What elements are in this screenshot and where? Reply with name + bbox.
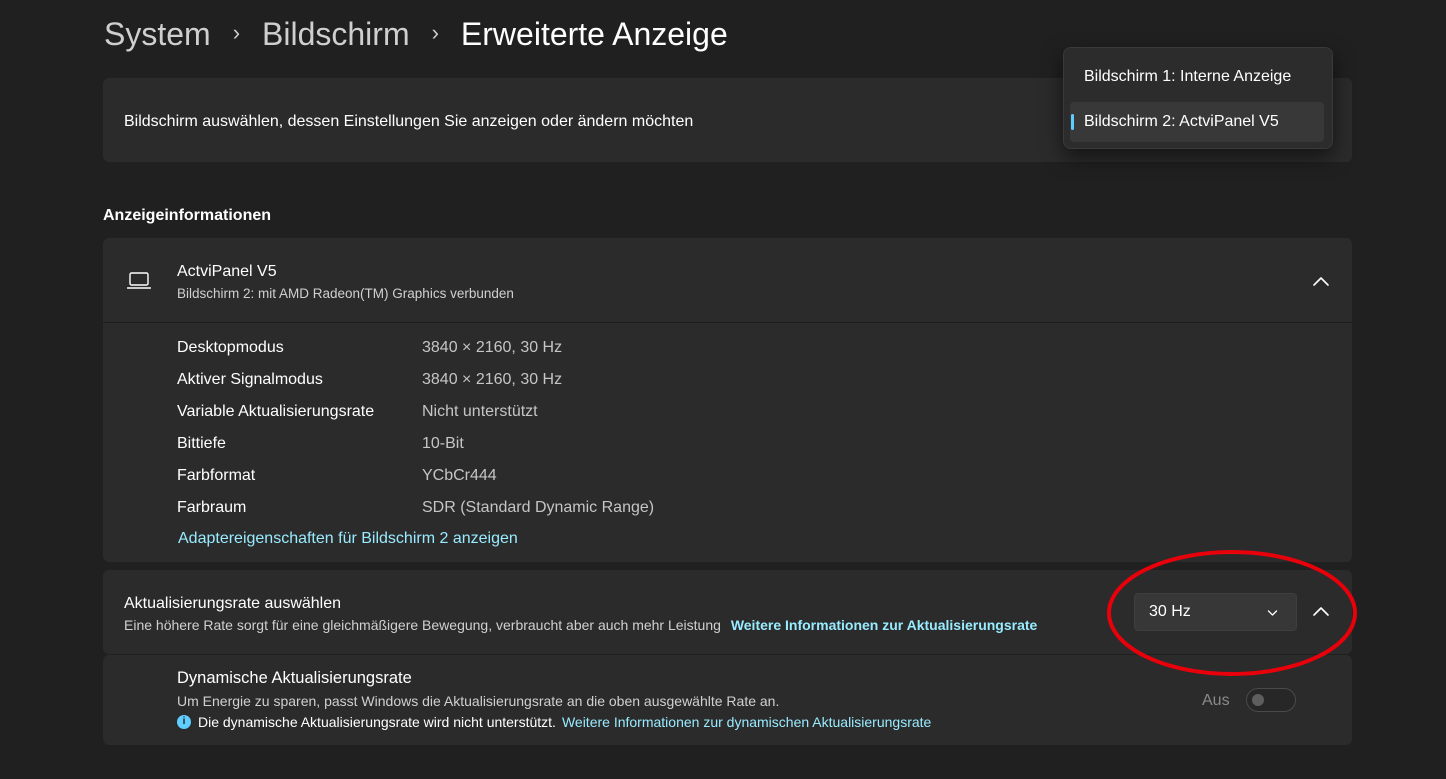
page-title: Erweiterte Anzeige [460,15,728,52]
dynamic-refresh-info-link[interactable]: Weitere Informationen zur dynamischen Ak… [562,714,931,730]
refresh-rate-value: 30 Hz [1149,603,1191,620]
display-info-header[interactable]: ActviPanel V5 Bildschirm 2: mit AMD Rade… [103,238,1352,323]
display-subtitle: Bildschirm 2: mit AMD Radeon(TM) Graphic… [177,286,514,301]
dynamic-refresh-note-text: Die dynamische Aktualisierungsrate wird … [198,714,556,730]
info-label: Bittiefe [177,435,226,452]
section-title: Anzeigeinformationen [103,207,272,224]
info-value: 10-Bit [422,435,464,452]
chevron-right-icon: › [431,20,439,45]
dynamic-refresh-note: i Die dynamische Aktualisierungsrate wir… [177,714,931,730]
chevron-up-icon[interactable] [1312,605,1330,617]
chevron-right-icon: › [232,20,241,45]
dynamic-refresh-description: Um Energie zu sparen, passt Windows die … [177,693,780,709]
dynamic-refresh-title: Dynamische Aktualisierungsrate [177,669,412,687]
info-value: Nicht unterstützt [422,403,538,420]
select-display-label: Bildschirm auswählen, dessen Einstellung… [124,113,694,130]
breadcrumb-system[interactable]: System [104,16,211,53]
info-icon: i [177,715,191,729]
info-label: Farbraum [177,499,247,516]
display-name: ActviPanel V5 [177,263,277,280]
breadcrumb-bildschirm[interactable]: Bildschirm [262,16,410,53]
info-label: Farbformat [177,467,256,484]
refresh-rate-description: Eine höhere Rate sorgt für eine gleichmä… [124,617,1037,633]
adapter-properties-link[interactable]: Adaptereigenschaften für Bildschirm 2 an… [178,530,518,548]
info-value: SDR (Standard Dynamic Range) [422,499,655,516]
info-label: Variable Aktualisierungsrate [177,403,375,420]
info-label: Desktopmodus [177,339,284,356]
breadcrumb: System › Bildschirm › Erweiterte Anzeige [104,12,728,56]
info-value: 3840 × 2160, 30 Hz [422,339,563,356]
chevron-down-icon [1267,610,1278,616]
display-dropdown-menu: Bildschirm 1: Interne Anzeige Bildschirm… [1063,47,1333,149]
refresh-rate-card: Aktualisierungsrate auswählen Eine höher… [103,570,1352,654]
chevron-up-icon[interactable] [1312,275,1330,287]
info-value: YCbCr444 [422,467,497,484]
toggle-knob [1252,694,1264,706]
refresh-rate-dropdown[interactable]: 30 Hz [1134,593,1297,631]
laptop-icon [127,272,151,289]
info-value: 3840 × 2160, 30 Hz [422,371,563,388]
dynamic-refresh-card: Dynamische Aktualisierungsrate Um Energi… [103,655,1352,745]
menu-item-display-2[interactable]: Bildschirm 2: ActviPanel V5 [1070,102,1324,142]
refresh-rate-description-text: Eine höhere Rate sorgt für eine gleichmä… [124,617,721,633]
dynamic-refresh-toggle[interactable] [1246,688,1296,712]
refresh-rate-info-link[interactable]: Weitere Informationen zur Aktualisierung… [731,617,1038,633]
toggle-label: Aus [1202,692,1230,709]
info-label: Aktiver Signalmodus [177,371,323,388]
refresh-rate-title: Aktualisierungsrate auswählen [124,595,342,612]
display-info-card: ActviPanel V5 Bildschirm 2: mit AMD Rade… [103,238,1352,562]
menu-item-display-1[interactable]: Bildschirm 1: Interne Anzeige [1070,57,1324,97]
